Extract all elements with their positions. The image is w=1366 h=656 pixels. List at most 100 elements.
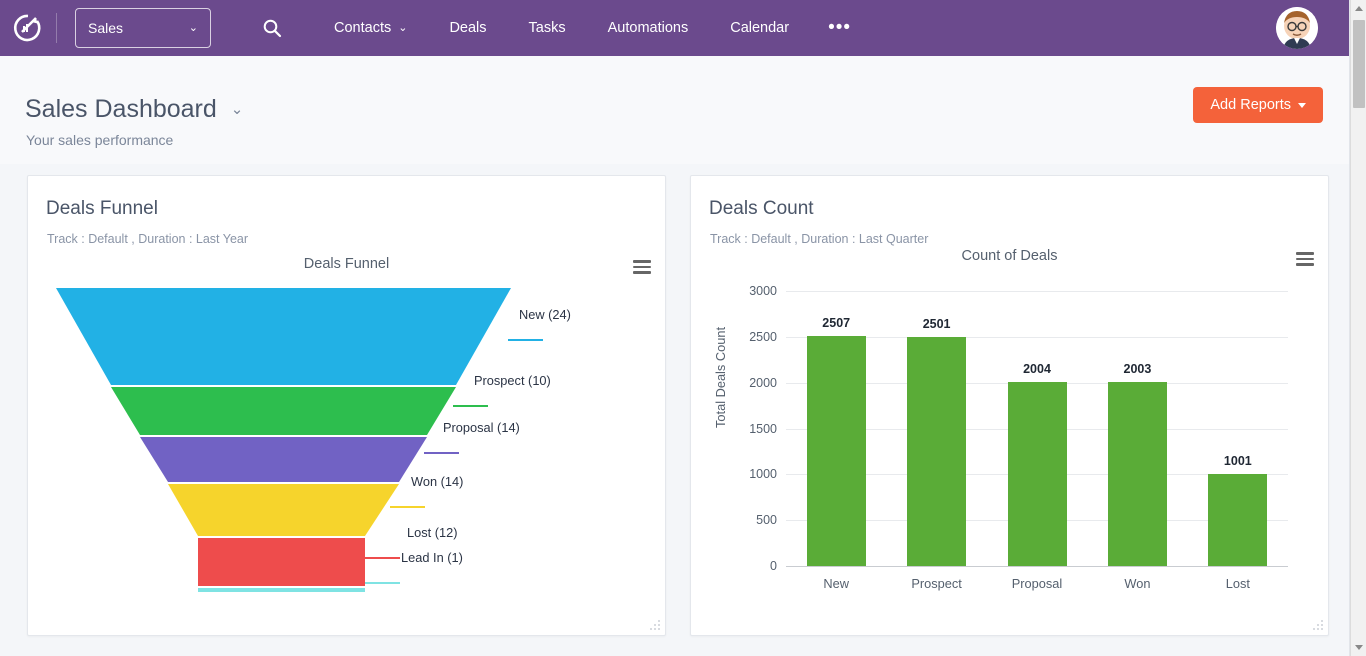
bar-won[interactable]: [1108, 382, 1167, 566]
scrollbar-thumb[interactable]: [1353, 20, 1365, 108]
funnel-chart-menu-button[interactable]: [633, 260, 651, 274]
scroll-up-arrow-icon: [1355, 6, 1363, 11]
nav-item-tasks-label: Tasks: [529, 20, 566, 36]
funnel-connector-new: [508, 339, 543, 341]
bar-value-label: 2501: [886, 317, 986, 331]
hamburger-bar: [633, 260, 651, 263]
funnel-connector-lost: [365, 557, 400, 559]
x-axis-label-prospect: Prospect: [886, 576, 986, 591]
scroll-up-button[interactable]: [1351, 0, 1366, 17]
bar-chart-menu-button[interactable]: [1296, 252, 1314, 266]
x-axis-label-proposal: Proposal: [987, 576, 1087, 591]
nav-item-contacts-label: Contacts: [334, 20, 391, 36]
funnel-label-won: Won (14): [411, 474, 463, 489]
nav-item-tasks[interactable]: Tasks: [508, 0, 587, 56]
scroll-down-arrow-icon: [1355, 645, 1363, 650]
bar-lost[interactable]: [1208, 474, 1267, 566]
add-reports-label: Add Reports: [1210, 97, 1291, 113]
nav-item-deals-label: Deals: [449, 20, 486, 36]
caret-down-icon: [1298, 103, 1306, 108]
bar-slot-new: 2507: [786, 291, 886, 566]
bar-value-label: 2004: [987, 362, 1087, 376]
nav-item-automations[interactable]: Automations: [587, 0, 710, 56]
funnel-segment-proposal[interactable]: [140, 437, 427, 482]
x-axis-label-won: Won: [1087, 576, 1187, 591]
user-avatar[interactable]: [1276, 7, 1318, 49]
deals-count-card: Deals Count Track : Default , Duration :…: [690, 175, 1329, 636]
bar-chart-gridline: 0: [786, 566, 1288, 567]
bar-value-label: 2507: [786, 316, 886, 330]
nav-item-automations-label: Automations: [608, 20, 689, 36]
page-title: Sales Dashboard ⌄: [25, 95, 243, 124]
bar-chart-y-tick: 500: [756, 513, 777, 527]
funnel-segment-new[interactable]: [56, 288, 511, 385]
bar-chart-plot-area: 3000250020001500100050002507250120042003…: [786, 291, 1288, 566]
deals-count-card-title: Deals Count: [709, 198, 814, 220]
deals-funnel-card-meta: Track : Default , Duration : Last Year: [47, 232, 248, 246]
funnel-chart-plot: New (24) Prospect (10) Proposal (14) Won…: [28, 280, 666, 620]
bar-slot-lost: 1001: [1188, 291, 1288, 566]
page-scrollbar[interactable]: [1350, 0, 1366, 656]
bar-chart-title: Count of Deals: [691, 248, 1328, 264]
hamburger-bar: [1296, 252, 1314, 255]
x-axis-label-lost: Lost: [1188, 576, 1288, 591]
funnel-segment-won[interactable]: [168, 484, 399, 536]
top-navigation-bar: Sales ⌄ Contacts ⌄ Deals Tasks Automatio…: [0, 0, 1350, 56]
page-title-text: Sales Dashboard: [25, 95, 217, 124]
deals-funnel-card-title: Deals Funnel: [46, 198, 158, 220]
funnel-card-resize-grip-icon[interactable]: [645, 615, 661, 631]
hamburger-bar: [633, 271, 651, 274]
funnel-label-prospect: Prospect (10): [474, 373, 551, 388]
hamburger-bar: [1296, 263, 1314, 266]
hamburger-bar: [1296, 258, 1314, 261]
chevron-down-icon: ⌄: [189, 23, 198, 34]
bar-chart-y-tick: 2500: [749, 330, 777, 344]
nav-item-calendar-label: Calendar: [730, 20, 789, 36]
funnel-label-lost: Lost (12): [407, 525, 458, 540]
bar-prospect[interactable]: [907, 337, 966, 566]
page-subtitle: Your sales performance: [26, 132, 173, 148]
funnel-shape: [28, 280, 666, 620]
agile-crm-logo-icon: [12, 12, 44, 44]
search-button[interactable]: [259, 15, 285, 41]
funnel-label-proposal: Proposal (14): [443, 420, 520, 435]
app-selector-value: Sales: [88, 20, 123, 36]
logo-divider: [56, 13, 57, 43]
bar-chart-y-tick: 1500: [749, 422, 777, 436]
dashboard-switch-chevron-down-icon[interactable]: ⌄: [231, 102, 244, 117]
scroll-down-button[interactable]: [1351, 639, 1366, 656]
bar-chart-y-tick: 0: [770, 559, 777, 573]
x-axis-label-new: New: [786, 576, 886, 591]
main-nav-links: Contacts ⌄ Deals Tasks Automations Calen…: [313, 0, 869, 56]
bar-chart-y-axis-title: Total Deals Count: [713, 327, 728, 428]
bar-slot-proposal: 2004: [987, 291, 1087, 566]
funnel-label-new: New (24): [519, 307, 571, 322]
funnel-segment-lead-in[interactable]: [198, 588, 365, 592]
add-reports-button[interactable]: Add Reports: [1193, 87, 1323, 123]
bar-chart-y-tick: 3000: [749, 284, 777, 298]
app-logo[interactable]: [0, 0, 56, 56]
funnel-connector-proposal: [424, 452, 459, 454]
nav-item-calendar[interactable]: Calendar: [709, 0, 810, 56]
funnel-segment-lost[interactable]: [198, 538, 365, 586]
nav-item-contacts[interactable]: Contacts ⌄: [313, 0, 428, 56]
funnel-chart-title: Deals Funnel: [28, 256, 665, 272]
bar-chart-y-tick: 1000: [749, 467, 777, 481]
user-avatar-icon: [1276, 7, 1318, 49]
app-selector-dropdown[interactable]: Sales ⌄: [75, 8, 211, 48]
bar-value-label: 2003: [1087, 362, 1187, 376]
bar-chart-y-tick: 2000: [749, 376, 777, 390]
bar-chart-x-axis-labels: NewProspectProposalWonLost: [786, 576, 1288, 591]
hamburger-bar: [633, 266, 651, 269]
deals-funnel-card: Deals Funnel Track : Default , Duration …: [27, 175, 666, 636]
funnel-segment-prospect[interactable]: [111, 387, 456, 435]
deals-count-card-meta: Track : Default , Duration : Last Quarte…: [710, 232, 928, 246]
chevron-down-icon: ⌄: [398, 23, 407, 34]
bar-proposal[interactable]: [1008, 382, 1067, 566]
nav-item-deals[interactable]: Deals: [428, 0, 507, 56]
search-icon: [262, 18, 282, 38]
count-card-resize-grip-icon[interactable]: [1308, 615, 1324, 631]
funnel-connector-won: [390, 506, 425, 508]
nav-overflow-button[interactable]: •••: [810, 0, 869, 56]
bar-new[interactable]: [807, 336, 866, 566]
